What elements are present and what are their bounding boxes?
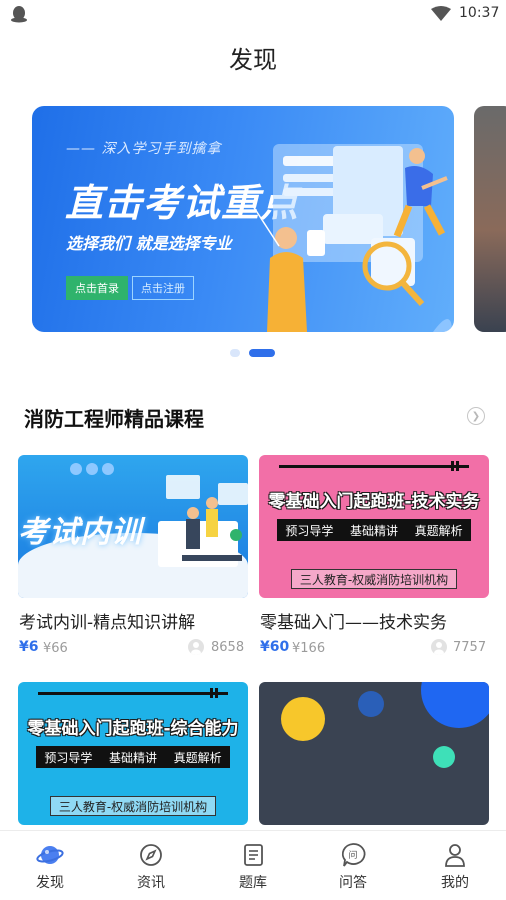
chevron-right-icon: ❯	[471, 410, 481, 422]
tab-qa[interactable]: 问 问答	[318, 841, 388, 892]
thumbnail-tag: 基础精讲	[349, 523, 398, 538]
tab-label: 题库	[239, 875, 267, 891]
course-learner-count: 7757	[453, 640, 487, 655]
thumbnail-title: 零基础入门起跑班-综合能力	[27, 719, 239, 739]
course-learner-count: 8658	[211, 640, 245, 655]
banner-register-button[interactable]: 点击注册	[132, 276, 194, 300]
banner-illustration	[252, 144, 452, 332]
status-time: 10:37	[459, 5, 500, 21]
tab-label: 发现	[36, 875, 64, 891]
thumbnail-tags: 预习导学 基础精讲 真题解析	[36, 746, 230, 768]
course-price: ¥6	[19, 639, 39, 655]
svg-text:问: 问	[348, 849, 357, 861]
tab-label: 资讯	[137, 875, 165, 891]
section-more-button[interactable]: ❯	[467, 407, 485, 425]
course-card[interactable]: 零基础入门起跑班-综合能力 预习导学 基础精讲 真题解析 三人教育-权威消防培训…	[18, 682, 248, 825]
banner-slide[interactable]: —— 深入学习手到擒拿 直击考试重点 选择我们 就是选择专业 点击首录 点击注册	[32, 106, 454, 332]
course-thumbnail: 零基础入门起跑班-技术实务 预习导学 基础精讲 真题解析 三人教育-权威消防培训…	[259, 455, 489, 598]
thumbnail-title: 零基础入门起跑班-技术实务	[268, 492, 480, 512]
thumbnail-tag: 真题解析	[414, 523, 463, 538]
compass-icon	[140, 844, 162, 866]
course-card[interactable]: 零基础入门起跑班-技术实务 预习导学 基础精讲 真题解析 三人教育-权威消防培训…	[259, 455, 489, 656]
abstract-circles-illustration	[281, 682, 489, 768]
user-icon	[445, 844, 465, 867]
course-card[interactable]	[259, 682, 489, 825]
wifi-icon	[431, 6, 451, 21]
course-card[interactable]: 考试内训 考试内训-精点知识讲解 ¥6 ¥66 8658	[18, 455, 248, 656]
bottom-tab-bar: 发现 资讯 题库 问 问答 我的	[0, 830, 506, 900]
carousel-dot	[230, 349, 240, 357]
question-bubble-icon: 问	[341, 843, 366, 867]
thumbnail-tag: 预习导学	[44, 750, 93, 765]
course-name: 考试内训-精点知识讲解	[19, 613, 196, 633]
course-original-price: ¥66	[43, 641, 68, 656]
qq-penguin-icon	[11, 6, 27, 23]
tab-label: 问答	[339, 875, 367, 891]
course-thumbnail: 考试内训	[18, 455, 248, 598]
course-thumbnail	[259, 682, 489, 825]
thumbnail-org: 三人教育-权威消防培训机构	[50, 796, 216, 816]
thumbnail-tags: 预习导学 基础精讲 真题解析	[277, 519, 471, 541]
banner-next-slide-peek[interactable]	[474, 106, 506, 332]
page-title: 发现	[229, 46, 277, 74]
tab-news[interactable]: 资讯	[116, 841, 186, 892]
banner-home-button[interactable]: 点击首录	[66, 276, 128, 300]
tab-mine[interactable]: 我的	[420, 841, 490, 892]
tab-question-bank[interactable]: 题库	[218, 841, 288, 892]
tab-label: 我的	[441, 875, 469, 891]
banner-subline: 选择我们 就是选择专业	[66, 234, 232, 253]
document-icon	[244, 844, 263, 866]
thumbnail-tag: 预习导学	[285, 523, 334, 538]
banner-kicker: —— 深入学习手到擒拿	[66, 141, 222, 157]
planet-icon	[36, 846, 64, 864]
learners-user-icon	[431, 639, 447, 655]
thumbnail-label: 考试内训	[18, 515, 142, 550]
learners-user-icon	[188, 639, 204, 655]
course-original-price: ¥166	[292, 641, 326, 656]
thumbnail-tag: 真题解析	[173, 750, 222, 765]
thumbnail-tag: 基础精讲	[108, 750, 157, 765]
section-title: 消防工程师精品课程	[24, 407, 204, 431]
status-bar: 10:37	[0, 0, 506, 28]
course-price: ¥60	[260, 639, 290, 655]
tab-discover[interactable]: 发现	[15, 841, 85, 892]
course-name: 零基础入门——技术实务	[260, 613, 447, 633]
carousel-dot-active	[249, 349, 275, 357]
course-thumbnail: 零基础入门起跑班-综合能力 预习导学 基础精讲 真题解析 三人教育-权威消防培训…	[18, 682, 248, 825]
thumbnail-org: 三人教育-权威消防培训机构	[291, 569, 457, 589]
